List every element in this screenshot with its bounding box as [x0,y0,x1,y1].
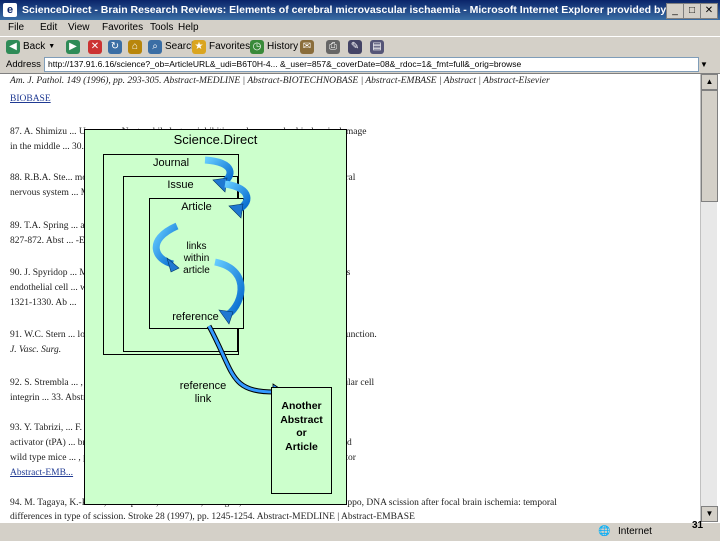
stop-button[interactable]: ✕ [88,38,102,56]
toolbar: ◀ Back ▼ ▶ ✕ ↻ ⌂ ⌕ Search ★ Favorites ◷ … [0,36,720,58]
address-input[interactable]: http://137.91.6.16/science?_ob=ArticleUR… [44,57,699,72]
star-icon: ★ [192,40,206,54]
history-icon: ◷ [250,40,264,54]
search-button[interactable]: ⌕ Search [148,38,197,56]
sciencedirect-diagram: Science.Direct Journal Issue Article lin… [84,129,347,505]
search-icon: ⌕ [148,40,162,54]
edit-button[interactable]: ✎ [348,38,362,56]
scroll-up-button[interactable]: ▲ [701,74,718,90]
favorites-label: Favorites [209,41,251,52]
curved-arrow-icon [224,180,251,219]
favorites-button[interactable]: ★ Favorites [192,38,250,56]
back-button[interactable]: ◀ Back ▼ [6,38,55,56]
another-abstract-label: Another Abstract or Article [280,400,323,453]
menu-bar: File Edit View Favorites Tools Help [0,20,720,36]
history-button[interactable]: ◷ History [250,38,298,56]
vertical-scrollbar[interactable]: ▲ ▼ [700,74,718,522]
home-button[interactable]: ⌂ [128,38,142,56]
globe-icon: 🌐 [598,526,611,537]
refresh-icon: ↻ [108,40,122,54]
reference-line: differences in type of scission. Stroke … [10,512,415,522]
curved-arrow-icon [214,258,245,325]
status-bar: 🌐 Internet [0,522,720,541]
curved-arrow-icon [152,222,180,273]
history-label: History [267,41,299,52]
mail-button[interactable]: ✉ [300,38,314,56]
reference-line: Am. J. Pathol. 149 (1996), pp. 293-305. … [10,76,550,86]
ie-icon: e [3,3,17,17]
maximize-button[interactable]: □ [683,3,701,19]
menu-file[interactable]: File [8,20,24,36]
mail-icon: ✉ [300,40,314,54]
slide-number: 31 [692,520,704,531]
chevron-down-icon[interactable]: ▼ [700,56,708,73]
discuss-button[interactable]: ▤ [370,38,384,56]
reference-link[interactable]: BIOBASE [10,94,51,104]
another-abstract-box: Another Abstract or Article [271,387,332,494]
address-bar: Address http://137.91.6.16/science?_ob=A… [0,56,720,74]
printer-icon: ⎙ [326,40,340,54]
menu-favorites[interactable]: Favorites [102,20,143,36]
reference-link[interactable]: Abstract-EMB... [10,468,73,478]
reference-line: 1321-1330. Ab ... [10,298,77,308]
chevron-down-icon: ▼ [48,43,56,50]
close-button[interactable]: ✕ [700,3,718,19]
forward-arrow-icon: ▶ [66,40,80,54]
title-bar: e ScienceDirect - Brain Research Reviews… [0,0,720,20]
menu-view[interactable]: View [68,20,90,36]
back-arrow-icon: ◀ [6,40,20,54]
menu-help[interactable]: Help [178,20,199,36]
menu-tools[interactable]: Tools [150,20,173,36]
status-zone: Internet [618,526,652,537]
reference-line: J. Vasc. Surg. [10,345,62,355]
scroll-thumb[interactable] [701,90,718,202]
edit-icon: ✎ [348,40,362,54]
back-label: Back [23,41,46,52]
print-button[interactable]: ⎙ [326,38,340,56]
discuss-icon: ▤ [370,40,384,54]
window-title: ScienceDirect - Brain Research Reviews: … [22,4,667,16]
stop-icon: ✕ [88,40,102,54]
menu-edit[interactable]: Edit [40,20,57,36]
refresh-button[interactable]: ↻ [108,38,122,56]
home-icon: ⌂ [128,40,142,54]
address-label: Address [6,59,41,70]
forward-button[interactable]: ▶ [66,38,80,56]
minimize-button[interactable]: _ [666,3,684,19]
scroll-down-button[interactable]: ▼ [701,506,718,522]
